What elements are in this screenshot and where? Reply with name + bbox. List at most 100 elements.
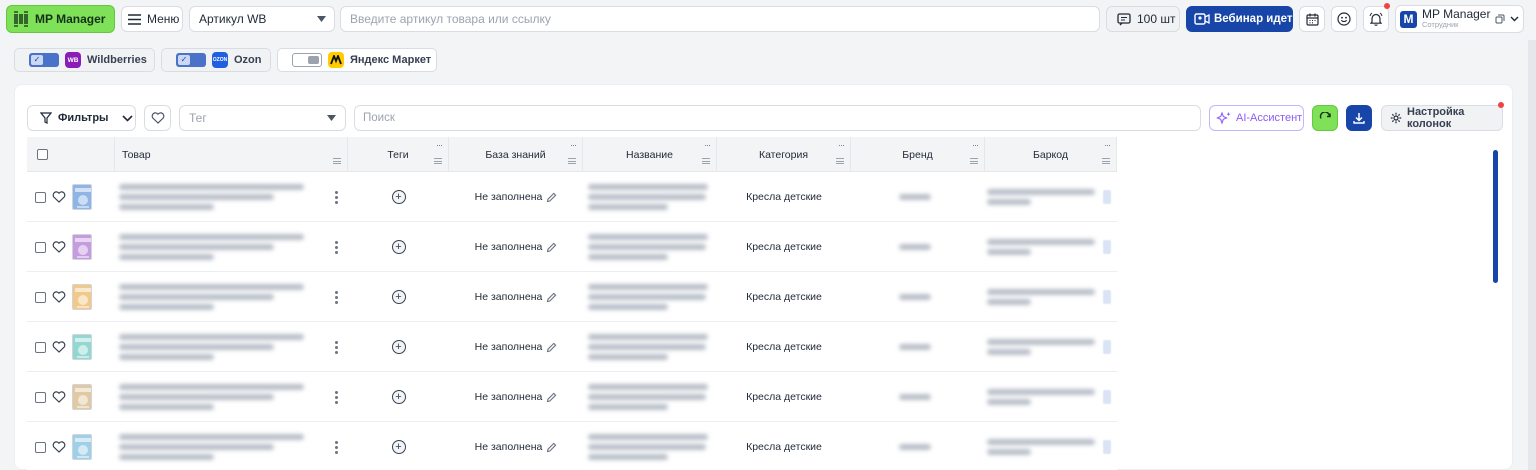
barcode-copy-chip[interactable] [1103,340,1111,354]
barcode-copy-chip[interactable] [1103,290,1111,304]
pencil-icon[interactable] [546,442,557,453]
product-thumbnail[interactable] [72,384,92,410]
column-settings-button[interactable]: Настройка колонок [1381,105,1503,131]
heart-icon[interactable] [52,291,66,303]
page-scrollbar[interactable] [1528,40,1536,470]
tag-select[interactable]: Тег [179,105,346,131]
more-icon[interactable]: ··· [972,140,979,150]
table-row[interactable]: + Не заполнена Кресла детские [27,372,1117,422]
row-checkbox[interactable] [35,191,46,203]
add-tag-icon[interactable]: + [391,340,406,354]
refresh-button[interactable] [1312,105,1338,131]
more-icon[interactable]: ··· [838,140,845,150]
favorites-filter-button[interactable] [144,105,171,131]
product-info-blurred[interactable] [119,222,319,272]
quantity-button[interactable]: 100 шт [1106,6,1180,32]
pencil-icon[interactable] [546,242,557,253]
download-button[interactable] [1346,105,1372,131]
more-icon[interactable]: ··· [436,140,443,150]
product-info-blurred[interactable] [119,422,319,470]
add-tag-icon[interactable]: + [391,390,406,404]
row-checkbox[interactable] [35,391,46,403]
product-info-blurred[interactable] [119,322,319,372]
product-thumbnail[interactable] [72,284,92,310]
more-icon[interactable]: ··· [570,140,577,150]
barcode-copy-chip[interactable] [1103,190,1111,204]
row-actions-button[interactable] [329,322,343,372]
column-menu-icon[interactable] [434,158,442,164]
add-tag-icon[interactable]: + [391,240,406,254]
row-checkbox[interactable] [35,441,46,453]
column-header-name[interactable]: Название ··· [583,137,717,172]
add-tag-icon[interactable]: + [391,190,406,204]
product-thumbnail[interactable] [72,234,92,260]
column-header-knowledge-base[interactable]: База знаний ··· [449,137,583,172]
row-actions-button[interactable] [329,272,343,322]
column-header-brand[interactable]: Бренд ··· [851,137,985,172]
user-menu[interactable]: M MP Manager Сотрудник [1395,5,1524,33]
feedback-button[interactable] [1331,6,1357,32]
row-checkbox[interactable] [35,291,46,303]
column-header-tags[interactable]: Теги ··· [348,137,449,172]
column-header-product[interactable]: Товар [115,137,348,172]
toggle-switch[interactable]: ✓ [176,53,206,67]
heart-icon[interactable] [52,191,66,203]
toggle-switch[interactable] [292,53,322,67]
column-menu-icon[interactable] [836,158,844,164]
column-menu-icon[interactable] [970,158,978,164]
table-row[interactable]: + Не заполнена Кресла детские [27,222,1117,272]
product-thumbnail[interactable] [72,334,92,360]
menu-button[interactable]: Меню [121,6,183,32]
row-actions-button[interactable] [329,422,343,470]
barcode-copy-chip[interactable] [1103,440,1111,454]
barcode-copy-chip[interactable] [1103,240,1111,254]
column-menu-icon[interactable] [702,158,710,164]
toggle-switch[interactable]: ✓ [29,53,59,67]
article-type-select[interactable]: Артикул WB [189,6,335,32]
ai-assistant-button[interactable]: AI-Ассистент [1209,105,1304,131]
heart-icon[interactable] [52,241,66,253]
filters-button[interactable]: Фильтры [27,105,136,131]
row-actions-button[interactable] [329,222,343,272]
barcode-copy-chip[interactable] [1103,390,1111,404]
calendar-button[interactable] [1299,6,1325,32]
marketplace-toggle-wildberries[interactable]: ✓ WB Wildberries [14,48,155,72]
row-checkbox[interactable] [35,241,46,253]
column-menu-icon[interactable] [568,158,576,164]
add-tag-icon[interactable]: + [391,440,406,454]
column-header-category[interactable]: Категория ··· [717,137,851,172]
pencil-icon[interactable] [546,342,557,353]
product-info-blurred[interactable] [119,372,319,422]
article-search-input[interactable]: Введите артикул товара или ссылку [340,6,1100,32]
table-scrollbar-thumb[interactable] [1493,150,1498,283]
column-menu-icon[interactable] [333,158,341,164]
marketplace-toggle-ozon[interactable]: ✓ OZON Ozon [161,48,271,72]
heart-icon[interactable] [52,391,66,403]
pencil-icon[interactable] [546,292,557,303]
row-actions-button[interactable] [329,372,343,422]
pencil-icon[interactable] [546,192,557,203]
marketplace-toggle-yandex[interactable]: Яндекс Маркет [277,48,437,72]
webinar-button[interactable]: Вебинар идет [1186,6,1293,32]
more-icon[interactable]: ··· [704,140,711,150]
product-thumbnail[interactable] [72,184,92,210]
table-row[interactable]: + Не заполнена Кресла детские [27,322,1117,372]
product-info-blurred[interactable] [119,172,319,222]
table-search-input[interactable]: Поиск [354,105,1201,131]
add-tag-icon[interactable]: + [391,290,406,304]
heart-icon[interactable] [52,441,66,453]
heart-icon[interactable] [52,341,66,353]
product-thumbnail[interactable] [72,434,92,460]
row-actions-button[interactable] [329,172,343,222]
pencil-icon[interactable] [546,392,557,403]
notifications-button[interactable] [1363,6,1389,32]
select-all-checkbox[interactable] [37,149,48,160]
app-logo[interactable]: MP Manager [6,5,115,33]
table-row[interactable]: + Не заполнена Кресла детские [27,422,1117,470]
table-row[interactable]: + Не заполнена Кресла детские [27,272,1117,322]
row-checkbox[interactable] [35,341,46,353]
more-icon[interactable]: ··· [1104,140,1111,150]
column-menu-icon[interactable] [1102,158,1110,164]
column-header-barcode[interactable]: Баркод ··· [985,137,1117,172]
table-row[interactable]: + Не заполнена Кресла детские [27,172,1117,222]
